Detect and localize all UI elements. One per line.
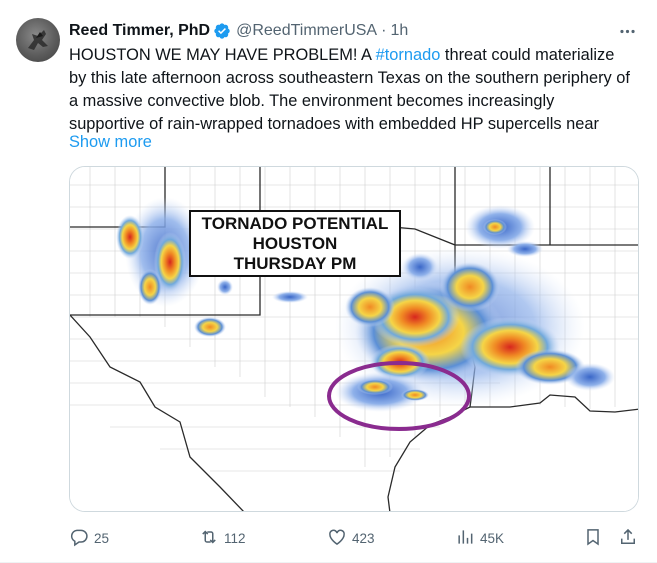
post-text-start: HOUSTON WE MAY HAVE PROBLEM! A [69, 46, 376, 64]
author-name[interactable]: Reed Timmer, PhD [69, 22, 210, 40]
share-icon [618, 527, 638, 550]
verified-badge-icon [213, 22, 231, 40]
repost-icon [199, 527, 219, 550]
separator: · [381, 22, 387, 39]
like-button[interactable]: 423 [327, 526, 375, 550]
like-icon [327, 527, 347, 550]
map-title-line2: HOUSTON [253, 234, 338, 253]
bookmark-button[interactable] [583, 526, 603, 550]
avatar[interactable] [16, 18, 60, 62]
bookmark-icon [583, 527, 603, 550]
reply-button[interactable]: 25 [69, 526, 109, 550]
share-button[interactable] [618, 526, 638, 550]
radar-map-image[interactable]: TORNADO POTENTIAL HOUSTON THURSDAY PM [69, 166, 639, 512]
reply-icon [69, 527, 89, 550]
hashtag-link[interactable]: #tornado [376, 46, 441, 64]
repost-count: 112 [224, 530, 246, 546]
tweet[interactable]: Reed Timmer, PhD @ReedTimmerUSA · 1h HOU… [0, 0, 657, 563]
radar-map-graphic: TORNADO POTENTIAL HOUSTON THURSDAY PM [70, 167, 638, 511]
tweet-header: Reed Timmer, PhD @ReedTimmerUSA · 1h [69, 20, 408, 42]
action-bar: 25 112 423 45K [69, 526, 639, 550]
like-count: 423 [352, 530, 375, 546]
post-text: HOUSTON WE MAY HAVE PROBLEM! A #tornado … [69, 44, 634, 136]
views-icon [455, 527, 475, 550]
post-time[interactable]: 1h [390, 22, 408, 40]
views-count: 45K [480, 530, 505, 546]
more-options-icon[interactable] [616, 20, 638, 42]
reply-count: 25 [94, 530, 110, 546]
show-more-link[interactable]: Show more [69, 131, 152, 154]
author-handle[interactable]: @ReedTimmerUSA [236, 22, 377, 40]
repost-button[interactable]: 112 [199, 526, 246, 550]
map-title-line3: THURSDAY PM [234, 254, 357, 273]
map-title-line1: TORNADO POTENTIAL [202, 214, 389, 233]
views-button[interactable]: 45K [455, 526, 504, 550]
